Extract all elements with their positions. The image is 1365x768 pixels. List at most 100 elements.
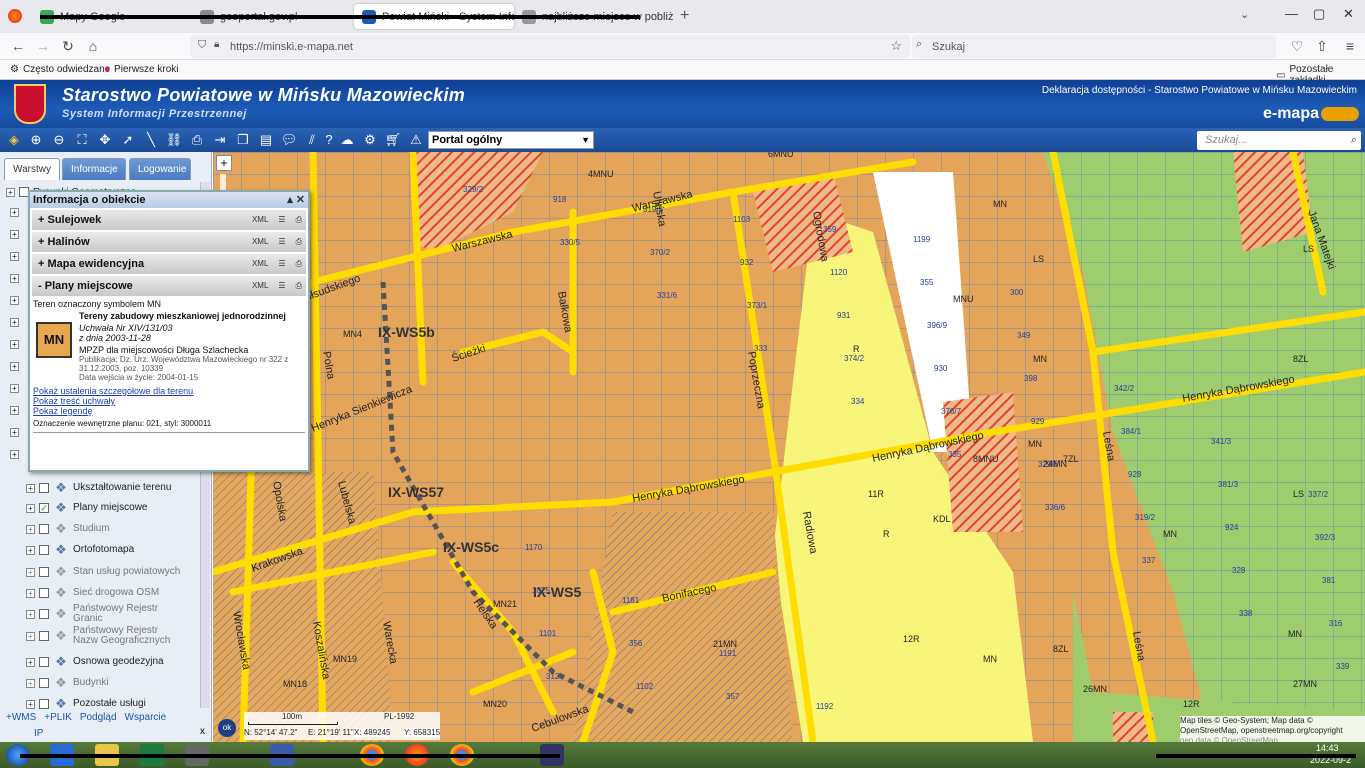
layout-icon[interactable]: ▤: [257, 131, 275, 149]
expand-icon[interactable]: +: [26, 631, 35, 641]
show-details-link[interactable]: Pokaż ustalenia szczegółowe dla terenu: [33, 386, 305, 396]
print-icon[interactable]: ⎙: [296, 254, 302, 274]
expand-icon[interactable]: +: [26, 678, 35, 688]
pocket-icon[interactable]: ♡: [1287, 36, 1307, 56]
home-icon[interactable]: ⌂: [83, 36, 103, 56]
list-icon[interactable]: ☰: [278, 210, 285, 230]
browser-search-field[interactable]: ⌕ Szukaj: [912, 35, 1276, 58]
layer-item[interactable]: + ❖ Państwowy Rejestr Nazw Geograficznych: [26, 626, 183, 646]
layer-item[interactable]: + ✓ ❖ Plany miejscowe: [26, 498, 183, 518]
info-window-title-bar[interactable]: Informacja o obiekcie ▴ ✕: [30, 192, 308, 208]
tab-login[interactable]: Logowanie: [129, 158, 191, 180]
print-icon[interactable]: ⎙: [296, 276, 302, 296]
layer-checkbox[interactable]: [39, 609, 49, 619]
layers-icon[interactable]: ◈: [5, 131, 23, 149]
zoom-out-icon[interactable]: ⊖: [50, 131, 68, 149]
layer-checkbox[interactable]: [39, 483, 49, 493]
xml-icon[interactable]: XML: [252, 276, 268, 296]
info-section-header[interactable]: + Halinów XML ☰ ⎙: [32, 232, 306, 252]
expand-icon[interactable]: +: [26, 483, 35, 493]
measure-icon[interactable]: ╲: [142, 131, 160, 149]
layer-checkbox[interactable]: [39, 657, 49, 667]
tab-layers[interactable]: Warstwy: [4, 158, 60, 180]
expand-icon[interactable]: +: [10, 362, 19, 371]
layer-item[interactable]: + ❖ Ortofotomapa: [26, 540, 183, 560]
ok-button[interactable]: ok: [218, 719, 236, 737]
layer-item[interactable]: + ❖ Stan usług powiatowych: [26, 562, 183, 582]
layer-checkbox[interactable]: ✓: [39, 503, 49, 513]
settings-icon[interactable]: ⚙: [361, 131, 379, 149]
print-icon[interactable]: ⎙: [296, 210, 302, 230]
xml-icon[interactable]: XML: [252, 254, 268, 274]
accessibility-link[interactable]: Deklaracja dostępności - Starostwo Powia…: [1042, 85, 1357, 96]
cloud-icon[interactable]: ☁: [338, 131, 356, 149]
hatch-icon[interactable]: ⫽: [303, 131, 321, 149]
close-icon[interactable]: ✕: [296, 194, 305, 206]
show-legend-link[interactable]: Pokaż legendę: [33, 406, 305, 416]
minimize-button[interactable]: —: [1285, 6, 1298, 21]
expand-icon[interactable]: +: [10, 208, 19, 217]
menu-icon[interactable]: ≡: [1340, 36, 1360, 56]
maximize-button[interactable]: ▢: [1313, 6, 1325, 22]
layer-item[interactable]: + ❖ Ukształtowanie terenu: [26, 478, 183, 498]
ip-link[interactable]: IP: [34, 728, 43, 739]
list-icon[interactable]: ☰: [278, 254, 285, 274]
xml-icon[interactable]: XML: [252, 210, 268, 230]
warning-icon[interactable]: ⚠: [407, 131, 425, 149]
expand-icon[interactable]: +: [10, 428, 19, 437]
back-icon[interactable]: ←: [8, 36, 28, 56]
copy-icon[interactable]: ❐: [234, 131, 252, 149]
pointer-icon[interactable]: ➚: [119, 131, 137, 149]
expand-icon[interactable]: +: [10, 406, 19, 415]
tab-list-icon[interactable]: ⌄: [1240, 8, 1249, 21]
projection-select[interactable]: PL-1992: [384, 712, 414, 721]
map-svg[interactable]: WarszawskaWarszawskaPiłsudskiegoHenryka …: [213, 152, 1365, 742]
reload-icon[interactable]: ↻: [58, 36, 78, 56]
add-wms-link[interactable]: +WMS: [6, 712, 36, 723]
search-icon[interactable]: ⌕: [1351, 131, 1357, 150]
expand-icon[interactable]: +: [10, 296, 19, 305]
map-canvas[interactable]: Warszawska Warszawska Piłsudskiego Henryka …: [213, 152, 1365, 742]
comment-icon[interactable]: 💬︎: [280, 131, 298, 149]
layer-item[interactable]: + ❖ Budynki: [26, 673, 183, 693]
zoom-in-button[interactable]: +: [216, 155, 232, 171]
add-file-link[interactable]: +PLIK: [44, 712, 72, 723]
expand-icon[interactable]: +: [10, 384, 19, 393]
collapse-icon[interactable]: ▴: [287, 194, 293, 206]
expand-icon[interactable]: +: [10, 252, 19, 261]
layer-checkbox[interactable]: [39, 567, 49, 577]
close-window-button[interactable]: ✕: [1343, 6, 1354, 22]
layer-item[interactable]: + ❖ Studium: [26, 519, 183, 539]
expand-icon[interactable]: +: [10, 450, 19, 459]
show-resolution-link[interactable]: Pokaż treść uchwały: [33, 396, 305, 406]
layer-item[interactable]: + ❖ Osnowa geodezyjna: [26, 652, 183, 672]
forward-icon[interactable]: →: [33, 36, 53, 56]
layer-checkbox[interactable]: [39, 545, 49, 555]
layer-item[interactable]: + ❖ Państwowy Rejestr Granic: [26, 604, 183, 624]
pan-icon[interactable]: ✥: [96, 131, 114, 149]
layer-checkbox[interactable]: [39, 678, 49, 688]
expand-icon[interactable]: +: [26, 609, 35, 619]
bookmark-star-icon[interactable]: ☆: [890, 38, 902, 54]
layer-item[interactable]: + ❖ Sieć drogowa OSM: [26, 583, 183, 603]
expand-icon[interactable]: +: [26, 567, 35, 577]
list-icon[interactable]: ☰: [278, 276, 285, 296]
info-section-header[interactable]: + Mapa ewidencyjna XML ☰ ⎙: [32, 254, 306, 274]
expand-icon[interactable]: +: [26, 588, 35, 598]
expand-icon[interactable]: +: [10, 318, 19, 327]
expand-icon[interactable]: +: [6, 187, 15, 197]
info-section-header[interactable]: - Plany miejscowe XML ☰ ⎙: [32, 276, 306, 296]
url-field[interactable]: ⛉ 🔒︎ https://minski.e-mapa.net ☆: [190, 35, 910, 58]
expand-icon[interactable]: +: [26, 503, 35, 513]
preview-link[interactable]: Podgląd: [80, 712, 117, 723]
list-icon[interactable]: ☰: [278, 232, 285, 252]
expand-icon[interactable]: +: [10, 274, 19, 283]
export-icon[interactable]: ⇥: [211, 131, 229, 149]
support-link[interactable]: Wsparcie: [125, 712, 167, 723]
zoom-extent-icon[interactable]: ⛶: [73, 131, 91, 149]
expand-icon[interactable]: +: [26, 657, 35, 667]
expand-icon[interactable]: +: [10, 340, 19, 349]
new-tab-button[interactable]: +: [680, 7, 689, 25]
bookmark-frequent[interactable]: ⚙ Często odwiedzane: [10, 64, 110, 75]
layer-checkbox[interactable]: [39, 631, 49, 641]
